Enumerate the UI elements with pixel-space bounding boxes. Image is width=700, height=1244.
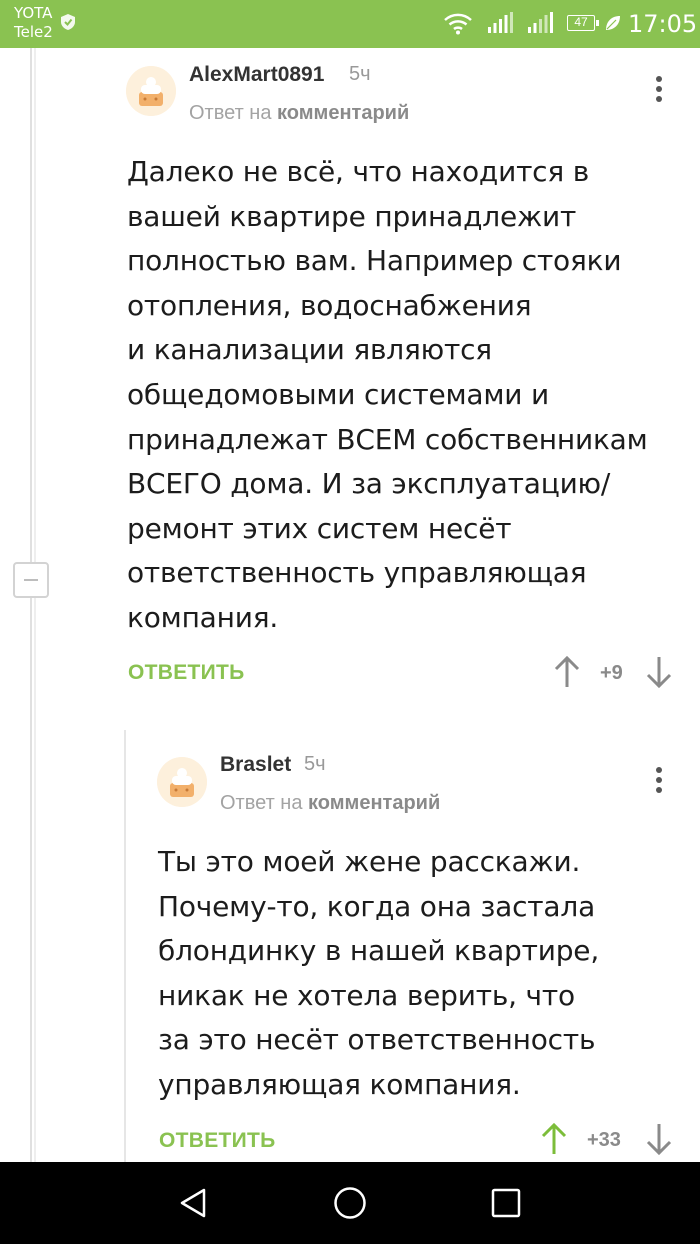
shield-icon	[61, 14, 75, 30]
reply-target-link[interactable]: комментарий	[277, 102, 409, 124]
reply-button[interactable]: ОТВЕТИТЬ	[128, 661, 245, 685]
navigation-bar	[0, 1162, 700, 1244]
reply-to-line: Ответ на комментарий	[220, 792, 440, 815]
arrow-down-icon[interactable]	[646, 655, 672, 689]
leaf-icon	[606, 16, 620, 30]
more-icon[interactable]	[654, 767, 664, 797]
recents-icon[interactable]	[490, 1187, 522, 1219]
carrier-1: YOTA	[14, 4, 53, 22]
avatar[interactable]	[126, 66, 176, 116]
reply-target-link[interactable]: комментарий	[308, 792, 440, 814]
clock: 17:05	[628, 10, 698, 38]
signal-icon	[488, 12, 513, 33]
comment-author[interactable]: Braslet	[220, 753, 291, 777]
reply-prefix: Ответ на	[220, 792, 303, 814]
carrier-2: Tele2	[14, 23, 53, 41]
wifi-icon	[444, 13, 472, 35]
reply-button[interactable]: ОТВЕТИТЬ	[159, 1129, 276, 1153]
comment-time: 5ч	[304, 753, 326, 775]
rating-value: +9	[600, 662, 623, 684]
status-bar: YOTA Tele2 47 17:05	[0, 0, 700, 48]
comment-text: Далеко не всё, что находится в вашей ква…	[127, 155, 648, 634]
reply-to-line: Ответ на комментарий	[189, 102, 409, 125]
collapse-thread-button[interactable]	[13, 562, 49, 598]
battery-icon: 47	[567, 15, 599, 31]
avatar[interactable]	[157, 757, 207, 807]
signal-icon	[528, 12, 553, 33]
arrow-down-icon[interactable]	[646, 1122, 672, 1156]
more-icon[interactable]	[654, 76, 664, 106]
thread-line	[34, 48, 36, 1162]
arrow-up-icon[interactable]	[541, 1122, 567, 1156]
avatar-image-icon	[157, 757, 207, 807]
comment-time: 5ч	[349, 63, 371, 85]
home-icon[interactable]	[333, 1186, 367, 1220]
comment-text: Ты это моей жене расскажи. Почему-то, ко…	[158, 845, 600, 1101]
thread-line	[30, 48, 32, 564]
thread-line	[30, 598, 32, 1162]
reply-prefix: Ответ на	[189, 102, 272, 124]
comment-author[interactable]: AlexMart0891	[189, 63, 324, 87]
arrow-up-icon[interactable]	[554, 655, 580, 689]
rating-value: +33	[587, 1129, 621, 1151]
back-icon[interactable]	[178, 1187, 210, 1219]
thread-line	[124, 730, 126, 1162]
avatar-image-icon	[126, 66, 176, 116]
